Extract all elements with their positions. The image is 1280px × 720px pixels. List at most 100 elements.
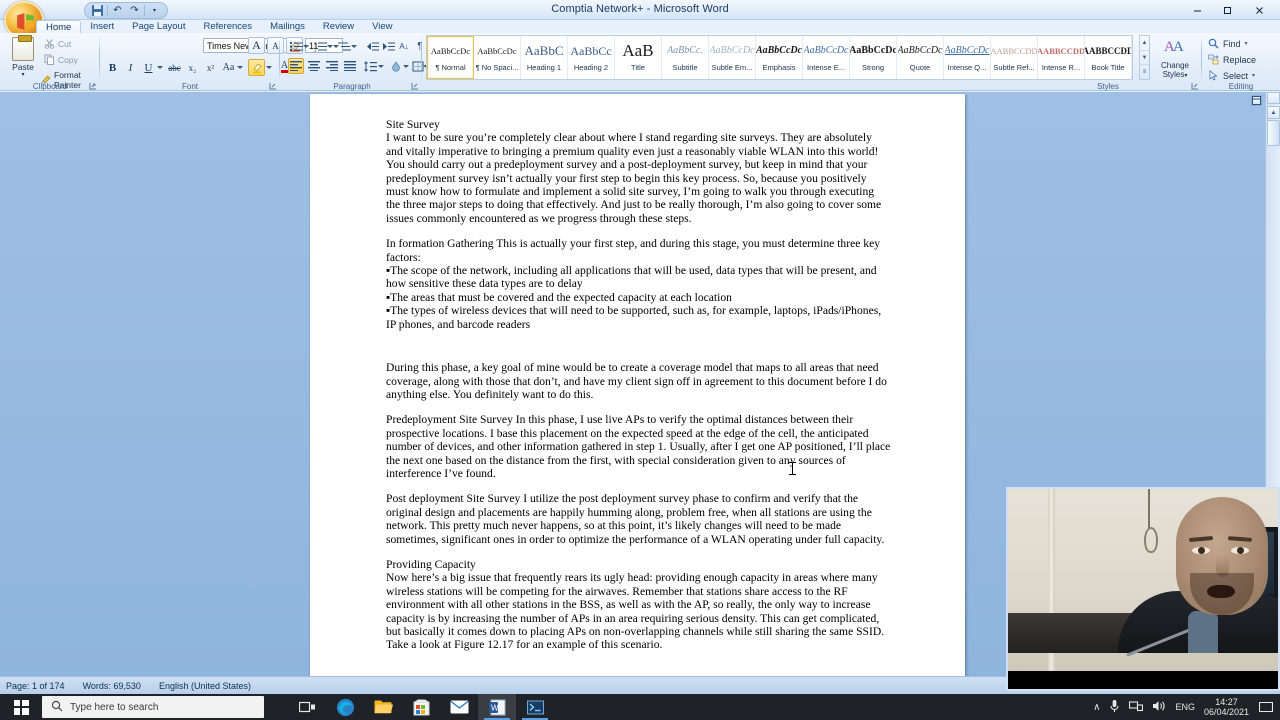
style-item[interactable]: AaBbCcDc Quote (897, 36, 944, 79)
align-center-button[interactable] (306, 58, 322, 74)
justify-button[interactable] (342, 58, 358, 74)
document-paragraph[interactable]: ▪The types of wireless devices that will… (386, 304, 891, 331)
document-paragraph[interactable]: ▪The scope of the network, including all… (386, 264, 891, 291)
document-paragraph[interactable]: Providing Capacity (386, 558, 891, 571)
underline-dropdown[interactable] (156, 59, 164, 76)
grow-font-button[interactable]: A (248, 37, 265, 54)
split-window-handle[interactable] (1267, 92, 1280, 104)
style-item[interactable]: AABBCCDD Subtle Ref... (991, 36, 1038, 79)
underline-button[interactable]: U (140, 59, 157, 76)
style-item[interactable]: AaBbCcDc Intense Q... (944, 36, 991, 79)
style-item[interactable]: AaBbCcDc ¶ No Spaci... (474, 36, 521, 79)
align-right-button[interactable] (324, 58, 340, 74)
italic-button[interactable]: I (122, 59, 139, 76)
task-view-icon[interactable] (288, 694, 326, 720)
word-count[interactable]: Words: 69,530 (83, 681, 141, 691)
style-item[interactable]: AABBCCDD Book Title (1085, 36, 1132, 79)
customize-qat-icon[interactable]: ▾ (147, 4, 162, 18)
bullets-dropdown[interactable] (302, 38, 309, 54)
clipboard-dialog-launcher[interactable] (89, 82, 97, 90)
copy-button[interactable]: Copy (44, 54, 78, 65)
styles-more[interactable]: ≡ (1140, 65, 1149, 79)
document-paragraph[interactable]: I want to be sure you’re completely clea… (386, 131, 891, 225)
webcam-overlay[interactable] (1006, 487, 1280, 691)
page-indicator[interactable]: Page: 1 of 174 (6, 681, 65, 691)
microphone-icon[interactable] (1109, 699, 1120, 715)
undo-icon[interactable]: ↶ (110, 4, 125, 18)
select-button[interactable]: Select ▾ (1208, 70, 1255, 81)
view-ruler-button[interactable] (1251, 95, 1262, 106)
ribbon-tab-page-layout[interactable]: Page Layout (123, 20, 194, 33)
scroll-thumb[interactable] (1267, 120, 1280, 146)
strikethrough-button[interactable]: abc (166, 59, 183, 76)
line-spacing-dropdown[interactable] (377, 58, 384, 74)
ribbon-tab-insert[interactable]: Insert (81, 20, 123, 33)
style-item[interactable]: AaBbCcDc Intense E... (803, 36, 850, 79)
ribbon-tab-mailings[interactable]: Mailings (261, 20, 314, 33)
line-spacing-button[interactable] (362, 58, 378, 74)
document-paragraph[interactable]: In formation Gathering This is actually … (386, 237, 891, 264)
paragraph-dialog-launcher[interactable] (411, 82, 419, 90)
select-dropdown-arrow[interactable]: ▾ (1252, 72, 1255, 79)
style-item[interactable]: AaBbCc. Subtitle (662, 36, 709, 79)
microsoft-store-icon[interactable] (402, 694, 440, 720)
align-left-button[interactable] (288, 58, 304, 74)
document-page[interactable]: Site Survey I want to be sure you’re comp… (310, 94, 965, 676)
language-indicator[interactable]: ENG (1175, 702, 1195, 712)
sort-button[interactable]: A↓ (396, 38, 412, 54)
style-item[interactable]: AaB Title (615, 36, 662, 79)
shading-dropdown[interactable] (402, 58, 409, 74)
highlight-dropdown[interactable] (265, 59, 273, 76)
subscript-button[interactable]: x₂ (184, 59, 201, 76)
cut-button[interactable]: Cut (44, 38, 71, 49)
search-input[interactable]: Type here to search (42, 696, 264, 718)
document-paragraph[interactable]: Post deployment Site Survey I utilize th… (386, 492, 891, 546)
change-styles-button[interactable]: AA Change Styles▾ (1154, 36, 1196, 81)
ribbon-tab-home[interactable]: Home (36, 20, 82, 33)
volume-icon[interactable] (1152, 700, 1166, 714)
font-dialog-launcher[interactable] (269, 82, 277, 90)
find-dropdown-arrow[interactable]: ▾ (1245, 40, 1248, 47)
multilevel-dropdown[interactable] (350, 38, 357, 54)
paste-dropdown-arrow[interactable]: ▾ (6, 72, 40, 78)
styles-scroll-up[interactable]: ▲ (1140, 36, 1149, 51)
numbering-dropdown[interactable] (326, 38, 333, 54)
change-styles-arrow[interactable]: ▾ (1184, 73, 1187, 79)
replace-button[interactable]: Replace (1208, 54, 1256, 65)
scroll-up-button[interactable]: ▲ (1267, 106, 1280, 119)
style-item[interactable]: AaBbCcDc Emphasis (756, 36, 803, 79)
close-button[interactable] (1246, 0, 1272, 20)
document-paragraph[interactable]: Predeployment Site Survey In this phase,… (386, 413, 891, 480)
save-icon[interactable] (90, 4, 105, 18)
style-item[interactable]: AaBbCcDc ¶ Normal (427, 36, 474, 79)
network-icon[interactable] (1129, 700, 1144, 714)
style-item[interactable]: AaBbCcDc Subtle Em... (709, 36, 756, 79)
style-item[interactable]: AaBbCcDc Strong (850, 36, 897, 79)
find-button[interactable]: Find ▾ (1208, 38, 1248, 49)
increase-indent-button[interactable] (380, 38, 396, 54)
show-hidden-icons-button[interactable]: ∧ (1093, 702, 1100, 713)
decrease-indent-button[interactable] (364, 38, 380, 54)
change-case-button[interactable]: Aa (220, 59, 237, 76)
superscript-button[interactable]: x² (202, 59, 219, 76)
styles-scroll-down[interactable]: ▼ (1140, 51, 1149, 66)
mail-icon[interactable] (440, 694, 478, 720)
style-item[interactable]: AaBbCc Heading 2 (568, 36, 615, 79)
maximize-button[interactable] (1214, 0, 1240, 20)
redo-icon[interactable]: ↷ (127, 4, 142, 18)
action-center-icon[interactable] (1258, 699, 1274, 715)
start-button[interactable] (0, 694, 42, 720)
ribbon-tab-review[interactable]: Review (314, 20, 363, 33)
bold-button[interactable]: B (104, 59, 121, 76)
edge-icon[interactable] (326, 694, 364, 720)
document-text[interactable]: Site Survey I want to be sure you’re comp… (386, 118, 891, 664)
text-highlight-button[interactable] (248, 59, 265, 76)
clock[interactable]: 14:27 06/04/2021 (1204, 697, 1249, 717)
ribbon-tab-references[interactable]: References (194, 20, 261, 33)
document-paragraph[interactable]: During this phase, a key goal of mine wo… (386, 361, 891, 401)
minimize-button[interactable] (1184, 0, 1210, 20)
ribbon-tab-view[interactable]: View (363, 20, 401, 33)
document-paragraph[interactable]: Site Survey (386, 118, 891, 131)
styles-gallery[interactable]: AaBbCcDc ¶ Normal AaBbCcDc ¶ No Spaci... AaB… (426, 35, 1133, 80)
word-icon[interactable]: W (478, 694, 516, 720)
